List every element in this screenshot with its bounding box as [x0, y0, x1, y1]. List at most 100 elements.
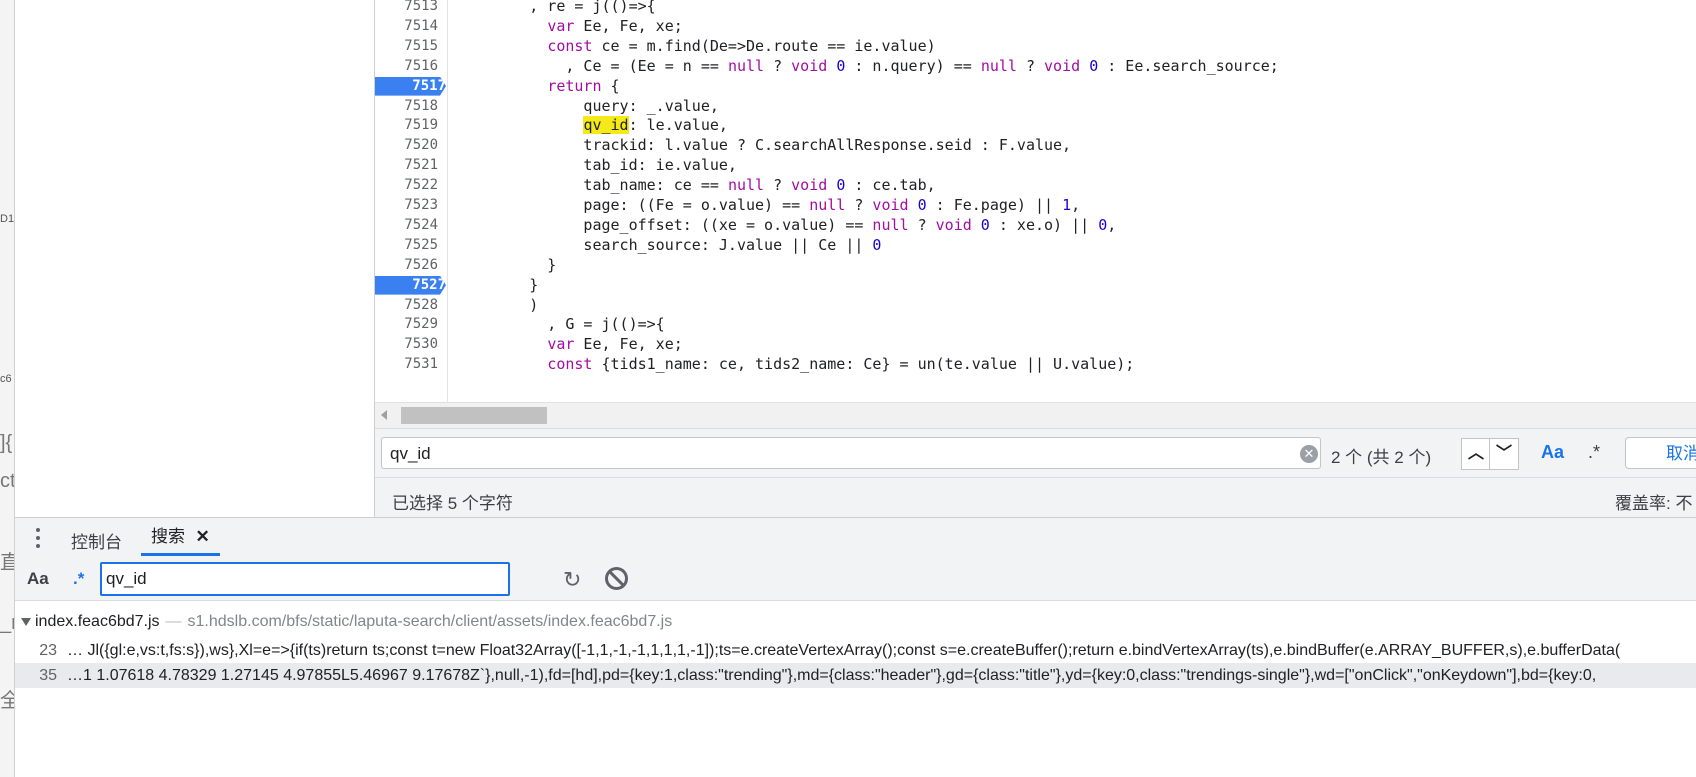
breakpoint-marker[interactable]: 7517 [375, 76, 446, 96]
tab-search[interactable]: 搜索 ✕ [141, 518, 220, 556]
find-input[interactable]: qv_id [381, 437, 1321, 469]
code-text: query: _.value, [457, 96, 719, 115]
code-line[interactable]: 7530 var Ee, Fe, xe; [375, 334, 1696, 356]
close-icon[interactable]: ✕ [195, 527, 209, 546]
code-line[interactable]: 7527 } [375, 275, 1696, 297]
code-text: page: ((Fe = o.value) == null ? void 0 :… [457, 196, 1081, 214]
line-number[interactable]: 7519 [375, 115, 438, 137]
page-fragment: 全 [0, 684, 14, 713]
code-line[interactable]: 7521 tab_id: ie.value, [375, 155, 1696, 177]
line-number[interactable]: 7521 [375, 155, 438, 177]
code-text: tab_id: ie.value, [457, 156, 737, 175]
tab-console[interactable]: 控制台 [71, 528, 122, 553]
code-text: var Ee, Fe, xe; [547, 335, 683, 354]
refresh-icon[interactable]: ↻ [563, 567, 581, 593]
code-line[interactable]: 7529 , G = j(()=>{ [375, 314, 1696, 336]
tab-search-label: 搜索 [151, 527, 185, 546]
page-fragment: ct [0, 470, 15, 492]
line-number[interactable]: 7523 [375, 195, 438, 217]
expand-triangle-icon[interactable] [21, 617, 31, 626]
search-results: index.feac6bd7.js — s1.hdslb.com/bfs/stati… [15, 601, 1696, 777]
line-number[interactable]: 7515 [375, 36, 438, 58]
code-text: } [457, 255, 557, 274]
code-line[interactable]: 7531 const {tids1_name: ce, tids2_name: … [375, 354, 1696, 376]
page-fragment: _r [0, 612, 14, 634]
code-line[interactable]: 7528 ) [375, 295, 1696, 317]
code-line[interactable]: 7518 query: _.value, [375, 96, 1696, 118]
match-case-toggle[interactable]: Aa [1541, 442, 1564, 463]
line-number[interactable]: 7516 [375, 56, 438, 78]
result-file-name: index.feac6bd7.js [35, 613, 160, 630]
code-text: const {tids1_name: ce, tids2_name: Ce} =… [547, 355, 1135, 374]
horizontal-scrollbar[interactable] [375, 402, 1696, 428]
search-toolbar: Aa .* qv_id ↻ [15, 558, 1696, 601]
code-text: search_source: J.value || Ce || 0 [457, 235, 882, 254]
drawer-tab-bar: 控制台 搜索 ✕ [15, 517, 1696, 559]
regex-toggle[interactable]: .* [1588, 442, 1600, 463]
code-line[interactable]: 7526 } [375, 255, 1696, 277]
page-fragment: D1 [0, 213, 15, 225]
code-line[interactable]: 7516 , Ce = (Ee = n == null ? void 0 : n… [375, 56, 1696, 78]
code-line[interactable]: 7519 qv_id: le.value, [375, 115, 1696, 137]
line-number[interactable]: 7514 [375, 16, 438, 38]
line-number[interactable]: 7531 [375, 354, 438, 376]
selection-info: 已选择 5 个字符 [392, 494, 513, 513]
code-text: return { [547, 76, 620, 95]
regex-label: .* [73, 569, 85, 588]
line-number[interactable]: 7529 [375, 314, 438, 336]
result-row[interactable]: 35 …1 1.07618 4.78329 1.27145 4.97855L5.4… [15, 663, 1696, 688]
code-line[interactable]: 7520 trackid: l.value ? C.searchAllRespo… [375, 135, 1696, 157]
find-bar: qv_id ✕ 2 个 (共 2 个) ︿ ﹀ Aa .* 取消 [375, 428, 1696, 477]
breakpoint-marker[interactable]: 7527 [375, 275, 446, 295]
code-text: ) [457, 295, 539, 314]
code-text: } [457, 275, 539, 294]
scrollbar-thumb[interactable] [401, 407, 547, 424]
code-text: const ce = m.find(De=>De.route == ie.val… [547, 36, 936, 55]
page-fragment: c6 [0, 373, 12, 385]
code-line[interactable]: 7515 const ce = m.find(De=>De.route == i… [375, 36, 1696, 58]
line-number[interactable]: 7518 [375, 96, 438, 118]
coverage-info[interactable]: 覆盖率: 不 [1615, 489, 1692, 514]
result-row[interactable]: 23 … Jl({gl:e,vs:t,fs:s}),ws},Xl=e=>{if(t… [15, 638, 1696, 663]
code-text: , Ce = (Ee = n == null ? void 0 : n.quer… [457, 56, 1279, 75]
editor-status-bar: 已选择 5 个字符 覆盖率: 不 [375, 477, 1696, 518]
file-navigator-pane [15, 0, 375, 517]
code-text: trackid: l.value ? C.searchAllResponse.s… [457, 136, 1072, 155]
code-text: , G = j(()=>{ [457, 315, 665, 334]
match-case-toggle[interactable]: Aa [27, 569, 49, 589]
code-text: var Ee, Fe, xe; [547, 16, 683, 35]
code-line[interactable]: 7522 tab_name: ce == null ? void 0 : ce.… [375, 175, 1696, 197]
clear-results-icon[interactable] [605, 567, 628, 590]
code-editor[interactable]: 7513 , re = j(()=>{7514 var Ee, Fe, xe; 7… [375, 0, 1696, 402]
chevron-down-icon[interactable]: ﹀ [1489, 438, 1519, 470]
code-line[interactable]: 7517 return { [375, 76, 1696, 98]
result-file-path: s1.hdslb.com/bfs/static/laputa-search/cl… [187, 613, 673, 630]
code-line[interactable]: 7514 var Ee, Fe, xe; [375, 16, 1696, 38]
result-snippet: … Jl({gl:e,vs:t,fs:s}),ws},Xl=e=>{if(ts)… [67, 642, 1621, 659]
code-text: qv_id: le.value, [583, 116, 728, 135]
regex-toggle[interactable]: .* [73, 569, 84, 589]
line-number[interactable]: 7530 [375, 334, 438, 356]
result-snippet: …1 1.07618 4.78329 1.27145 4.97855L5.469… [67, 667, 1597, 684]
code-line[interactable]: 7523 page: ((Fe = o.value) == null ? voi… [375, 195, 1696, 217]
line-number[interactable]: 7528 [375, 295, 438, 317]
code-line[interactable]: 7524 page_offset: ((xe = o.value) == nul… [375, 215, 1696, 237]
more-options-icon[interactable] [36, 528, 40, 552]
code-line[interactable]: 7525 search_source: J.value || Ce || 0 [375, 235, 1696, 257]
result-line-number: 23 [39, 642, 57, 659]
line-number[interactable]: 7525 [375, 235, 438, 257]
underlying-page-strip: D1 c6 ]{ ct 直 _r 全 [0, 0, 15, 777]
line-number[interactable]: 7526 [375, 255, 438, 277]
line-number[interactable]: 7522 [375, 175, 438, 197]
chevron-up-icon[interactable]: ︿ [1461, 438, 1490, 470]
result-file-header[interactable]: index.feac6bd7.js — s1.hdslb.com/bfs/stati… [21, 613, 672, 631]
line-number[interactable]: 7524 [375, 215, 438, 237]
clear-icon[interactable]: ✕ [1300, 445, 1318, 463]
page-fragment: 直 [0, 546, 14, 575]
page-fragment: ]{ [0, 432, 13, 454]
cancel-button[interactable]: 取消 [1625, 437, 1696, 469]
search-input[interactable]: qv_id [100, 562, 510, 596]
line-number[interactable]: 7520 [375, 135, 438, 157]
scroll-left-icon[interactable] [381, 410, 387, 420]
match-count: 2 个 (共 2 个) [1331, 448, 1432, 467]
